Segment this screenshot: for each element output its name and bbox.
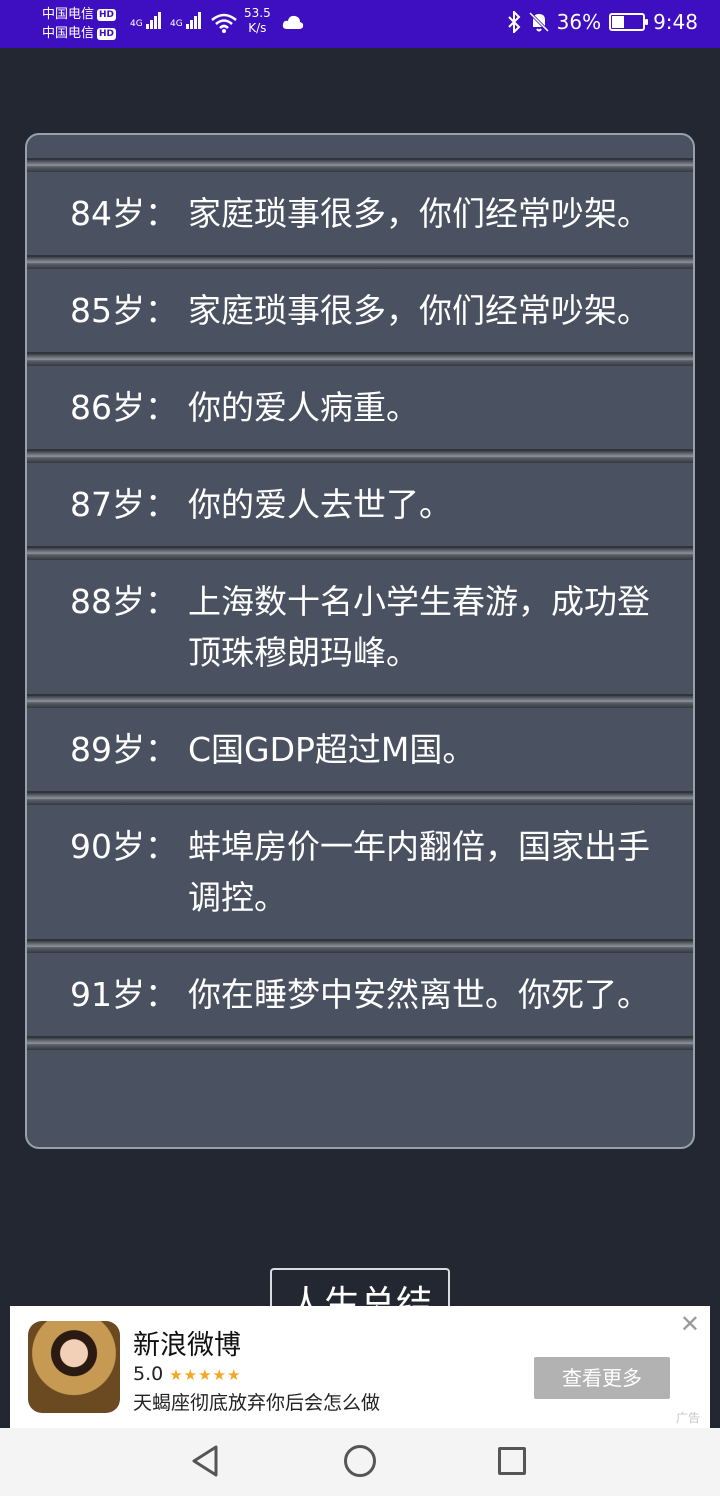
life-event-age: 87岁： [70,485,178,524]
life-event-item: 90岁： 蚌埠房价一年内翻倍，国家出手调控。 [27,805,693,953]
ad-rating: 5.0 ★★★★★ [133,1363,241,1385]
hd-badge: HD [97,28,117,40]
life-event-age: 88岁： [70,582,178,621]
home-icon[interactable] [344,1445,376,1477]
net-speed-unit: K/s [248,21,267,35]
life-event-age: 91岁： [70,975,178,1014]
life-event-text: 家庭琐事很多，你们经常吵架。 [188,194,650,233]
status-right: 36% 9:48 [507,10,698,34]
life-event-text: 你的爱人病重。 [188,388,419,427]
network-type: 4G [130,19,143,29]
life-event-item: 85岁： 家庭琐事很多，你们经常吵架。 [27,269,693,366]
ad-description[interactable]: 天蝎座彻底放弃你后会怎么做 [133,1388,380,1415]
close-icon[interactable]: ✕ [680,1310,700,1338]
ad-tag: 广告 [675,1411,700,1425]
life-event-age: 90岁： [70,827,178,866]
ad-title[interactable]: 新浪微博 [133,1323,241,1362]
life-event-age: 89岁： [70,730,178,769]
carrier-info: 中国电信 HD 中国电信 HD [42,5,117,43]
life-events-list: 83岁：拼多多收购阿里巴巴。 84岁： 家庭琐事很多，你们经常吵架。 85岁： 家庭琐事… [27,135,693,1050]
hd-badge: HD [97,9,117,21]
life-event-item: 89岁： C国GDP超过M国。 [27,708,693,805]
life-event-text: 蚌埠房价一年内翻倍，国家出手调控。 [188,827,650,917]
star-rating-icon: ★★★★★ [169,1366,242,1384]
life-event-age: 86岁： [70,388,178,427]
life-event-text: 家庭琐事很多，你们经常吵架。 [188,291,650,330]
life-event-text: C国GDP超过M国。 [188,730,476,769]
life-event-item: 86岁： 你的爱人病重。 [27,366,693,463]
navigation-bar [0,1428,720,1496]
ad-rating-value: 5.0 [133,1363,164,1385]
recent-apps-icon[interactable] [498,1447,526,1475]
carrier-2: 中国电信 [42,26,95,41]
ad-banner[interactable]: 新浪微博 5.0 ★★★★★ 天蝎座彻底放弃你后会怎么做 查看更多 ✕ 广告 [10,1306,710,1428]
life-event-item: 91岁： 你在睡梦中安然离世。你死了。 [27,953,693,1050]
life-events-panel[interactable]: 83岁：拼多多收购阿里巴巴。 84岁： 家庭琐事很多，你们经常吵架。 85岁： 家庭琐事… [25,133,695,1149]
signal-icon-2: 4G [170,12,202,29]
ad-view-more-button[interactable]: 查看更多 [534,1357,670,1399]
life-event-text: 你的爱人去世了。 [188,485,452,524]
battery-icon [609,13,649,31]
back-icon[interactable] [190,1444,220,1478]
life-event-text: 你在睡梦中安然离世。你死了。 [188,975,650,1014]
mute-bell-icon [528,11,549,33]
network-type-2: 4G [170,19,183,29]
life-event-item: 84岁： 家庭琐事很多，你们经常吵架。 [27,172,693,269]
carrier-1: 中国电信 [42,7,95,22]
life-event-age: 85岁： [70,291,178,330]
life-event-age: 84岁： [70,194,178,233]
signal-icon: 4G [130,12,162,29]
ad-image[interactable] [28,1321,120,1413]
clock: 9:48 [653,10,698,34]
status-bar: 中国电信 HD 中国电信 HD 4G 4G 53.5 K/s 36% 9:48 [0,0,720,48]
wifi-icon [211,13,237,33]
life-event-text: 拼多多收购阿里巴巴。 [188,135,653,142]
cloud-icon [282,15,304,29]
bluetooth-icon [507,11,521,33]
battery-percent: 36% [556,10,602,34]
life-event-age: 83岁： [70,135,188,142]
net-speed: 53.5 K/s [244,6,271,36]
net-speed-value: 53.5 [244,6,271,20]
life-event-text: 上海数十名小学生春游，成功登顶珠穆朗玛峰。 [188,582,650,672]
life-event-item: 83岁：拼多多收购阿里巴巴。 [27,135,693,172]
life-event-item: 87岁： 你的爱人去世了。 [27,463,693,560]
life-event-item: 88岁： 上海数十名小学生春游，成功登顶珠穆朗玛峰。 [27,560,693,708]
